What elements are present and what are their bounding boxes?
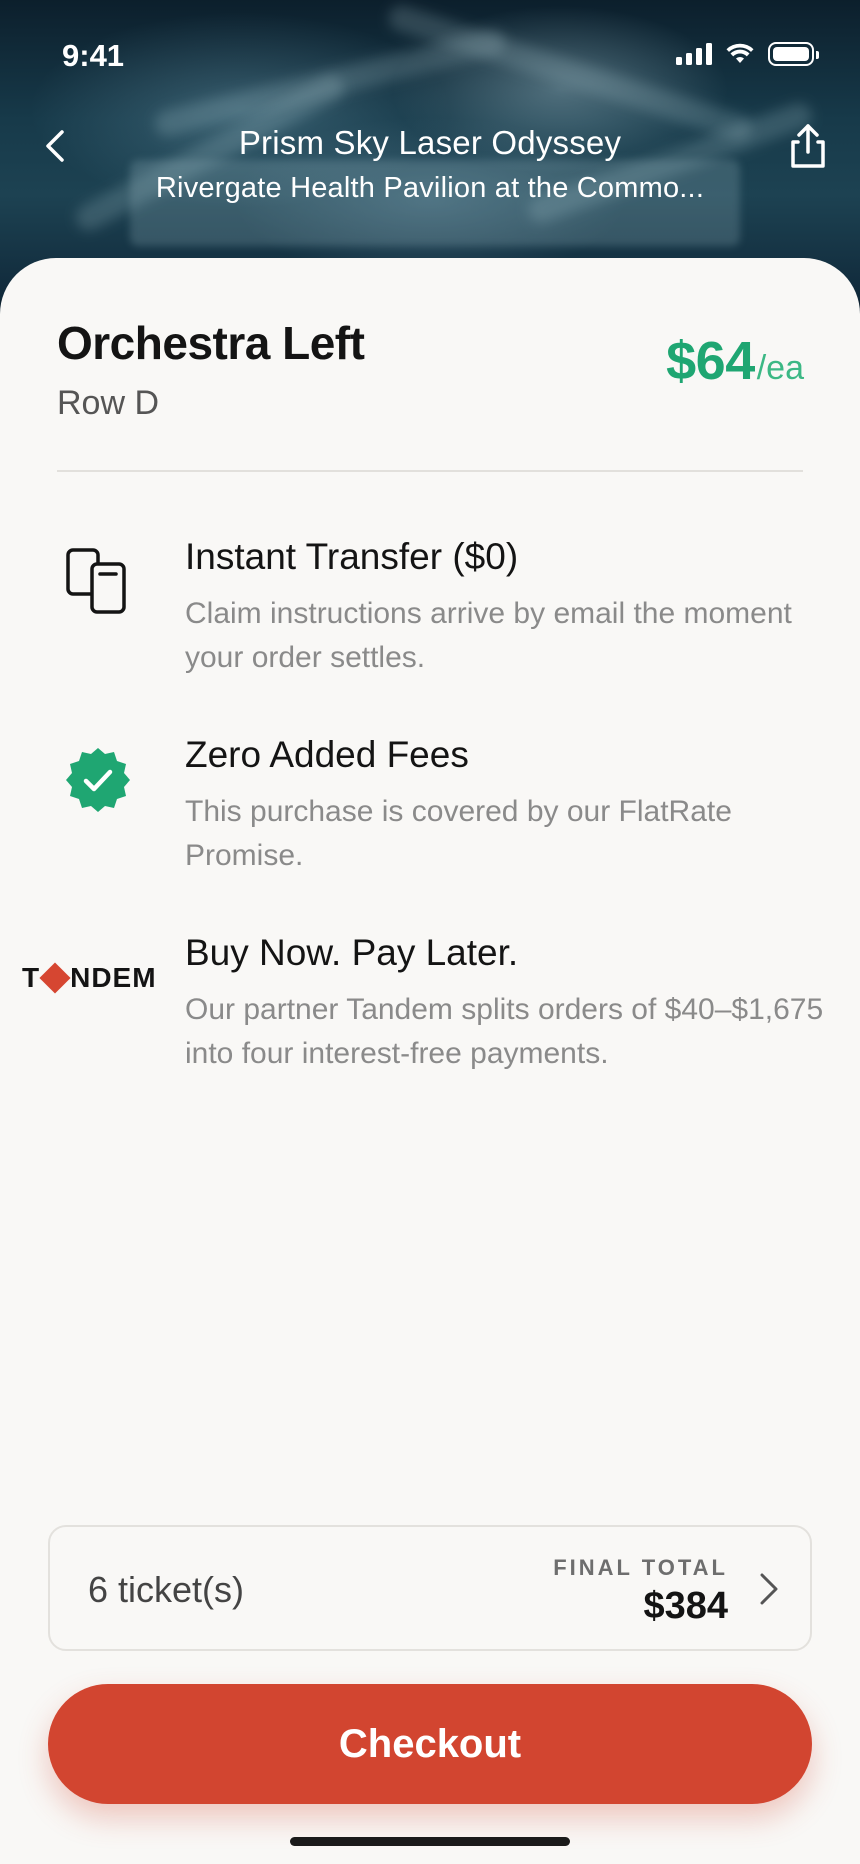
section-name: Orchestra Left [57,317,365,369]
status-time: 9:41 [62,38,125,73]
status-bar: 9:41 [0,0,860,110]
listing-sheet: Orchestra Left Row D $64 /ea Instant Tra… [0,258,860,1864]
feature-description: Our partner Tandem splits orders of $40–… [185,993,824,1070]
total-amount: $384 [643,1585,728,1627]
feature-title: Buy Now. Pay Later. [185,932,519,973]
status-icons [676,42,819,66]
event-header: 9:41 Prism Sky Laser Odyssey Rivergate H… [0,0,860,300]
verified-badge-icon [64,746,132,814]
tandem-logo-text: NDEM [70,962,157,993]
venue-name: Rivergate Health Pavilion at the Commo..… [155,172,705,204]
ticket-count: 6 ticket(s) [88,1569,245,1610]
diamond-icon [39,962,71,994]
wifi-icon [726,43,754,63]
total-label: FINAL TOTAL [553,1555,728,1580]
share-icon [791,124,825,168]
feature-description: This purchase is covered by our FlatRate… [185,795,732,872]
cellular-signal-icon [676,43,712,65]
price-amount: $64 [666,331,755,391]
feature-title: Zero Added Fees [185,734,469,775]
feature-description: Claim instructions arrive by email the m… [185,597,792,674]
phone-transfer-icon [62,546,132,616]
battery-icon [768,42,819,66]
order-summary[interactable]: 6 ticket(s) FINAL TOTAL $384 [48,1525,812,1651]
tandem-logo-text: T [22,962,41,993]
row-label: Row D [57,384,160,422]
home-indicator [290,1837,570,1846]
chevron-right-icon [760,1573,778,1605]
ticket-price: $64 /ea [666,330,804,392]
tandem-logo: T NDEM [22,962,157,994]
event-title: Prism Sky Laser Odyssey [238,124,622,161]
feature-title: Instant Transfer ($0) [185,536,519,577]
checkout-button[interactable]: Checkout [48,1684,812,1804]
divider [57,470,803,472]
share-button[interactable] [786,122,830,172]
price-unit: /ea [756,349,804,387]
